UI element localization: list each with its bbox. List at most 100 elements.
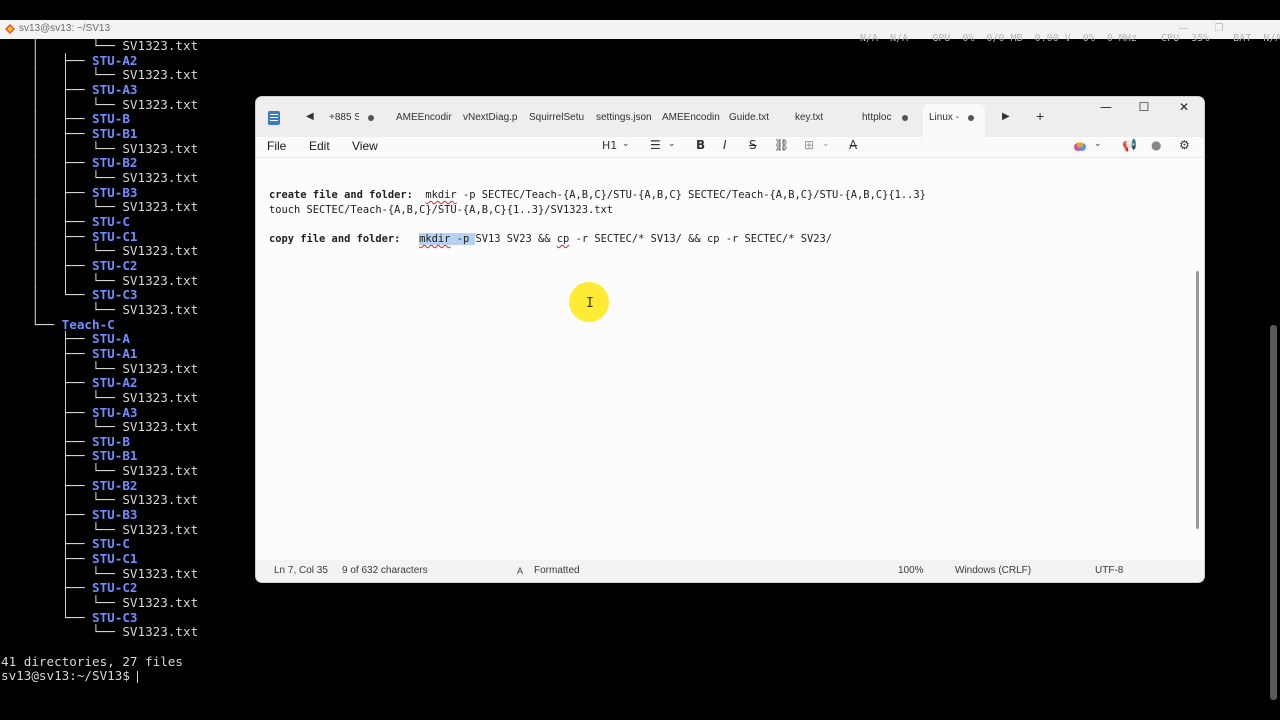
heading-chevron-down-icon[interactable]: ⌄	[622, 139, 630, 149]
clear-formatting-icon[interactable]: A̶	[849, 138, 857, 152]
line3-rest: -r SECTEC/* SV13/ && cp -r SECTEC/* SV23…	[569, 233, 833, 245]
terminal-scrollbar[interactable]	[1270, 325, 1277, 700]
terminal-text: 41 directories, 27 files	[1, 653, 183, 669]
tree-file: SV1323.txt	[122, 243, 199, 259]
tree-directory: STU-B	[92, 111, 130, 127]
tree-directory: STU-C2	[92, 257, 138, 273]
tree-directory: STU-C	[92, 213, 130, 229]
tab-2[interactable]: AMEEncodin	[396, 111, 452, 125]
close-button[interactable]: ✕	[1174, 100, 1194, 114]
tab-scroll-right-icon[interactable]: ▶	[1002, 110, 1012, 124]
tab-1-modified-icon	[368, 115, 374, 121]
copilot-icon[interactable]	[1073, 140, 1087, 154]
terminal-line: │ └── SV1323.txt	[1, 565, 199, 582]
tree-branch: │ │ └──	[1, 272, 123, 288]
line1-label: create file and folder:	[269, 189, 413, 201]
encoding[interactable]: UTF-8	[1095, 565, 1123, 576]
tree-branch: │ └──	[1, 419, 123, 435]
tab-5[interactable]: settings.json	[596, 111, 654, 125]
terminal-line: │ ├── STU-C2	[1, 257, 138, 274]
link-icon[interactable]: ⛓	[774, 138, 789, 152]
terminal-line: │ └── SV1323.txt	[1, 492, 199, 508]
tree-branch: │ └──	[1, 389, 123, 405]
text-cursor-icon: I	[586, 296, 594, 311]
editor-scrollbar[interactable]	[1196, 271, 1199, 529]
terminal-line: ├── STU-C1	[1, 551, 138, 567]
tree-file: SV1323.txt	[122, 565, 199, 581]
notepad-window: ◀ +885 S AMEEncodin vNextDiag.p Squirrel…	[255, 96, 1205, 583]
terminal-line: │ └── SV1323.txt	[1, 419, 199, 435]
tab-1[interactable]: +885 S	[329, 111, 359, 125]
new-tab-button[interactable]: +	[1036, 109, 1050, 123]
tree-directory: STU-B	[92, 433, 130, 449]
minimize-button[interactable]: —	[1096, 100, 1116, 114]
announcement-icon[interactable]: 📢	[1122, 138, 1137, 152]
terminal-line: │ │ └── SV1323.txt	[1, 97, 198, 113]
table-chevron-down-icon[interactable]: ⌄	[822, 139, 830, 149]
tree-branch: │ ├──	[1, 125, 92, 141]
menu-view[interactable]: View	[352, 139, 378, 153]
tab-8[interactable]: key.txt	[795, 111, 835, 125]
format-icon: A	[517, 566, 524, 576]
tree-file: SV1323.txt	[122, 38, 199, 53]
terminal-line: ├── STU-A	[1, 331, 130, 347]
terminal-line: │ │ └── SV1323.txt	[1, 140, 198, 157]
bold-button[interactable]: B	[696, 138, 705, 152]
terminal-line: │ └── SV1323.txt	[1, 360, 199, 377]
list-icon[interactable]: ☰	[650, 138, 661, 152]
line-endings[interactable]: Windows (CRLF)	[955, 565, 1031, 576]
tree-branch: │ └──	[1, 492, 123, 508]
terminal-line: │ └── SV1323.txt	[1, 302, 198, 318]
maximize-button[interactable]: ☐	[1134, 100, 1154, 114]
tab-3[interactable]: vNextDiag.p	[463, 111, 519, 125]
copilot-chevron-down-icon[interactable]: ⌄	[1094, 139, 1102, 149]
terminal-app-icon	[5, 24, 15, 34]
selected-command: mkdir	[419, 233, 451, 245]
tab-10-active[interactable]: Linux -	[929, 111, 961, 125]
terminal-line: │ │ └── SV1323.txt	[1, 243, 199, 259]
heading-dropdown[interactable]: H1	[602, 139, 617, 152]
italic-button[interactable]: I	[723, 138, 727, 152]
strikethrough-button[interactable]: S	[749, 138, 757, 152]
terminal-line: │ ├── STU-C	[1, 213, 130, 230]
tree-branch: └──	[1, 609, 92, 625]
tab-9[interactable]: httploc	[862, 111, 894, 125]
line3-cp: cp	[556, 233, 570, 245]
editor-line-1: create file and folder: mkdir -p SECTEC/…	[269, 188, 926, 202]
terminal-line: ├── STU-A2	[1, 375, 138, 391]
tree-branch: │ │ └──	[1, 140, 123, 156]
settings-gear-icon[interactable]: ⚙	[1179, 138, 1190, 152]
tree-branch: │ ├──	[1, 184, 92, 200]
terminal-line: │ └── SV1323.txt	[1, 38, 199, 54]
tree-branch: ├──	[1, 448, 92, 464]
zoom-level[interactable]: 100%	[898, 565, 924, 576]
tree-file: SV1323.txt	[122, 419, 199, 435]
terminal-line: │ ├── STU-C1	[1, 229, 137, 245]
table-icon[interactable]: ⊞	[804, 138, 814, 152]
tree-file: SV1323.txt	[122, 360, 199, 376]
tree-branch: │ │ └──	[1, 169, 123, 185]
terminal-line: ├── STU-B1	[1, 449, 138, 464]
tab-7[interactable]: Guide.txt	[729, 111, 779, 125]
terminal-line: └── STU-C3	[1, 609, 138, 626]
terminal-line: └── Teach-C	[1, 317, 114, 333]
notepad-editor[interactable]: create file and folder: mkdir -p SECTEC/…	[256, 158, 1204, 560]
terminal-line: ├── STU-A1	[1, 346, 138, 362]
tab-scroll-left-icon[interactable]: ◀	[306, 110, 316, 124]
tree-branch: │ ├──	[1, 52, 92, 68]
tree-branch: ├──	[1, 551, 92, 567]
terminal-line: 41 directories, 27 files	[1, 653, 183, 670]
tab-6[interactable]: AMEEncodin	[662, 111, 720, 125]
tree-branch: │ └──	[1, 521, 123, 537]
format-mode[interactable]: Formatted	[534, 565, 580, 576]
menu-file[interactable]: File	[267, 139, 286, 153]
tree-branch: ├──	[1, 507, 92, 523]
list-chevron-down-icon[interactable]: ⌄	[668, 139, 676, 149]
terminal-line: │ │ └── SV1323.txt	[1, 68, 198, 83]
tree-branch: │ └──	[1, 463, 123, 479]
system-status-strip: N/A N/A GPU 0% 0/0 MB 0.00 V 0% 0 MHz CP…	[860, 33, 1280, 44]
tree-branch: ├──	[1, 580, 92, 596]
menu-edit[interactable]: Edit	[309, 139, 330, 153]
account-icon[interactable]: ●	[1151, 138, 1161, 152]
tab-4[interactable]: SquirrelSetu	[529, 111, 587, 125]
